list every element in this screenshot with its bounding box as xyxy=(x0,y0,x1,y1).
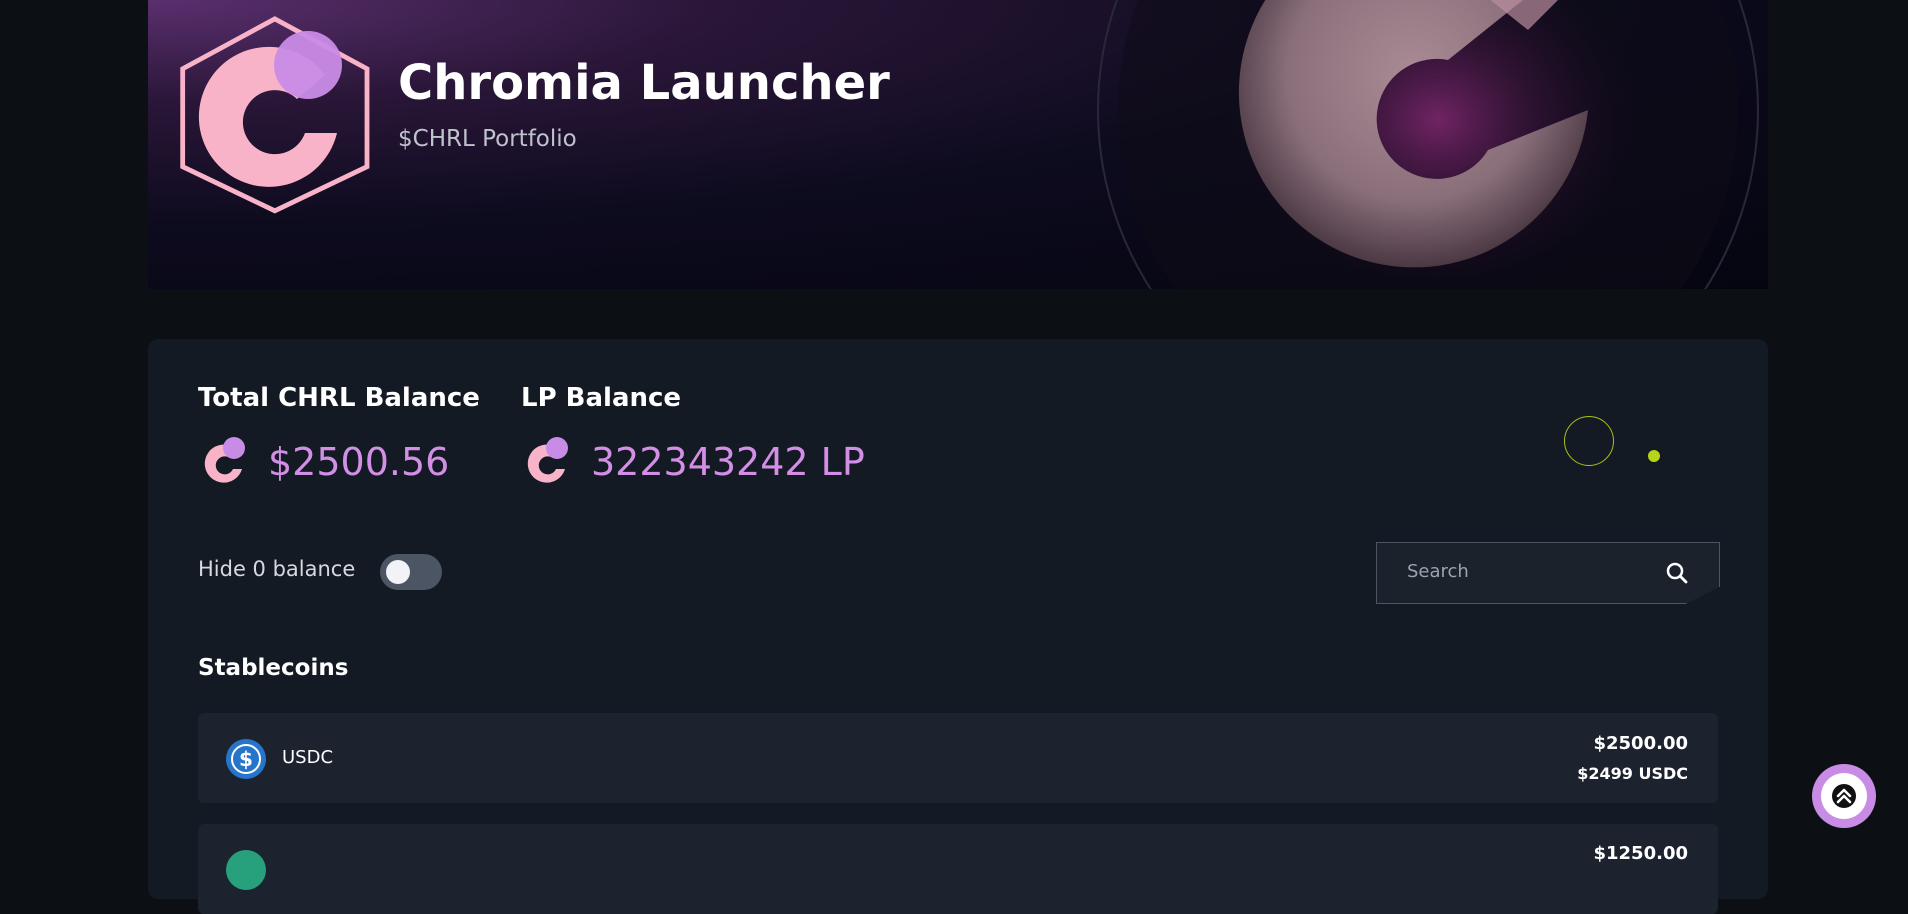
stablecoins-section-title: Stablecoins xyxy=(198,655,349,681)
lp-balance-row: 322343242 LP xyxy=(521,435,865,489)
lp-balance-label: LP Balance xyxy=(521,383,682,413)
scroll-to-top-button[interactable] xyxy=(1812,764,1876,828)
loading-ring-icon xyxy=(1564,416,1614,466)
toggle-knob xyxy=(386,560,410,584)
header-banner: Chromia Launcher $CHRL Portfolio xyxy=(148,0,1768,289)
total-balance-value: $2500.56 xyxy=(268,440,450,484)
token-name: USDC xyxy=(282,747,334,768)
token-amount: $2499 USDC xyxy=(1577,764,1688,783)
loading-dot-icon xyxy=(1648,450,1660,462)
hide-zero-balance-toggle[interactable] xyxy=(380,554,442,590)
chromia-logo-icon xyxy=(180,16,370,214)
chrl-lp-token-icon xyxy=(527,437,568,483)
hide-zero-balance-label: Hide 0 balance xyxy=(198,557,356,581)
usdt-icon xyxy=(226,850,266,890)
portfolio-card: Total CHRL Balance $2500.56 LP Balance 3… xyxy=(148,339,1768,914)
total-balance-label: Total CHRL Balance xyxy=(198,383,480,413)
token-usd-value: $1250.00 xyxy=(1593,843,1688,864)
scroll-top-inner xyxy=(1821,773,1867,819)
search-input[interactable] xyxy=(1405,560,1649,583)
double-chevron-up-icon xyxy=(1832,784,1856,808)
chrl-token-icon xyxy=(204,437,245,483)
token-usd-value: $2500.00 xyxy=(1593,733,1688,754)
chromia-banner-art xyxy=(1097,0,1759,289)
page-subtitle: $CHRL Portfolio xyxy=(398,126,577,152)
lp-balance-value: 322343242 LP xyxy=(591,440,865,484)
token-row-usdc[interactable]: $ USDC $2500.00 $2499 USDC xyxy=(198,713,1718,803)
lp-balance-block: LP Balance 322343242 LP xyxy=(521,383,865,484)
page-title: Chromia Launcher xyxy=(398,55,890,111)
token-row-usdt[interactable]: $1250.00 xyxy=(198,824,1718,914)
total-balance-block: Total CHRL Balance $2500.56 xyxy=(198,383,480,484)
total-balance-row: $2500.56 xyxy=(198,435,449,489)
search-box xyxy=(1376,542,1720,604)
search-icon[interactable] xyxy=(1665,561,1689,585)
svg-text:$: $ xyxy=(239,747,253,771)
usdc-icon: $ xyxy=(226,739,266,779)
